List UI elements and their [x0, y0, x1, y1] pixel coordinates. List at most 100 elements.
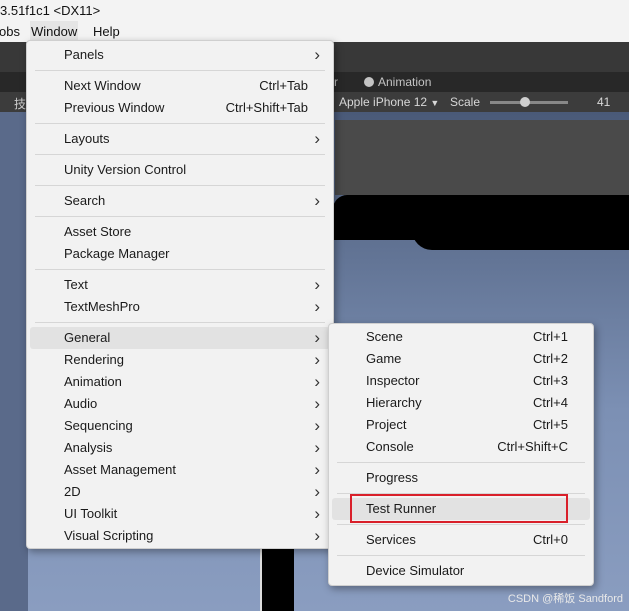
toolbar-left-char: 技 — [14, 97, 27, 111]
menubar-item-window[interactable]: Window — [30, 21, 79, 42]
chevron-right-icon: › — [314, 416, 320, 435]
menu-item-label: Audio — [64, 396, 98, 411]
menu-item-label: Search — [64, 193, 106, 208]
menu-item-label: Sequencing — [64, 418, 133, 433]
menu-item-shortcut: Ctrl+Shift+Tab — [225, 100, 308, 115]
device-label: Apple iPhone 12 — [339, 95, 428, 109]
menu-item-label: Inspector — [366, 373, 420, 388]
menu-item-label: Asset Management — [64, 462, 177, 477]
menu-item-shortcut: Ctrl+Tab — [259, 78, 308, 93]
menu-item-visual-scripting[interactable]: Visual Scripting › — [30, 525, 330, 547]
menu-item-label: Hierarchy — [366, 395, 422, 410]
menu-item-text[interactable]: Text › — [30, 274, 330, 296]
menu-separator — [35, 70, 325, 71]
menu-item-shortcut: Ctrl+3 — [532, 373, 568, 388]
menu-item-analysis[interactable]: Analysis › — [30, 437, 330, 459]
menu-item-unity-version-control[interactable]: Unity Version Control — [30, 159, 330, 181]
menu-item-asset-management[interactable]: Asset Management › — [30, 459, 330, 481]
menu-item-asset-store[interactable]: Asset Store — [30, 221, 330, 243]
phone-notch — [412, 212, 629, 250]
menu-item-audio[interactable]: Audio › — [30, 393, 330, 415]
menu-item-label: Previous Window — [64, 100, 165, 115]
menu-item-shortcut: Ctrl+2 — [532, 351, 568, 366]
menu-item-next-window[interactable]: Next Window Ctrl+Tab — [30, 75, 330, 97]
menu-item-package-manager[interactable]: Package Manager — [30, 243, 330, 265]
chevron-right-icon: › — [314, 482, 320, 501]
menu-separator — [35, 154, 325, 155]
menu-item-label: Device Simulator — [366, 563, 465, 578]
menu-item-rendering[interactable]: Rendering › — [30, 349, 330, 371]
menu-item-label: Rendering — [64, 352, 124, 367]
menu-item-label: Console — [366, 439, 414, 454]
scale-slider-thumb[interactable] — [520, 97, 531, 107]
menubar-item-jobs[interactable]: obs — [0, 21, 21, 42]
menu-item-shortcut: Ctrl+0 — [532, 532, 568, 547]
menu-separator — [35, 269, 325, 270]
clock-icon — [364, 77, 374, 87]
chevron-right-icon: › — [314, 394, 320, 413]
phone-frame-left — [260, 542, 294, 611]
scale-slider[interactable] — [490, 97, 568, 107]
menu-item-sequencing[interactable]: Sequencing › — [30, 415, 330, 437]
watermark: CSDN @稀饭 Sandford — [507, 593, 623, 605]
menu-separator — [337, 555, 585, 556]
menu-item-shortcut: Ctrl+Shift+C — [497, 439, 568, 454]
menu-item-ui-toolkit[interactable]: UI Toolkit › — [30, 503, 330, 525]
menu-item-general[interactable]: General › — [30, 327, 330, 349]
menu-item-textmeshpro[interactable]: TextMeshPro › — [30, 296, 330, 318]
menu-item-label: Asset Store — [64, 224, 132, 239]
menu-item-services[interactable]: Services Ctrl+0 — [332, 529, 590, 551]
chevron-right-icon: › — [314, 45, 320, 64]
chevron-right-icon: › — [314, 438, 320, 457]
scale-label: Scale — [450, 95, 481, 109]
menu-item-console[interactable]: Console Ctrl+Shift+C — [332, 436, 590, 458]
menu-item-progress[interactable]: Progress — [332, 467, 590, 489]
menu-item-device-simulator[interactable]: Device Simulator — [332, 560, 590, 582]
window-title-bar: 3.51f1c1 <DX11> — [0, 0, 629, 21]
menu-item-panels[interactable]: Panels › — [30, 44, 330, 66]
menu-item-label: 2D — [64, 484, 81, 499]
chevron-right-icon: › — [314, 526, 320, 545]
tab-partial[interactable]: r — [334, 72, 338, 92]
menu-item-2d[interactable]: 2D › — [30, 481, 330, 503]
menu-item-animation[interactable]: Animation › — [30, 371, 330, 393]
chevron-right-icon: › — [314, 297, 320, 316]
tab-animation-label: Animation — [378, 75, 432, 89]
caret-down-icon: ▼ — [430, 98, 440, 108]
menu-item-project[interactable]: Project Ctrl+5 — [332, 414, 590, 436]
menu-item-label: Services — [366, 532, 416, 547]
menu-item-label: Visual Scripting — [64, 528, 154, 543]
menu-item-search[interactable]: Search › — [30, 190, 330, 212]
menu-bar: obs Window Help — [0, 21, 629, 42]
menu-item-scene[interactable]: Scene Ctrl+1 — [332, 326, 590, 348]
menu-item-label: Package Manager — [64, 246, 170, 261]
chevron-right-icon: › — [314, 460, 320, 479]
menu-item-label: General — [64, 330, 111, 345]
menu-item-label: Panels — [64, 47, 104, 62]
menu-separator — [337, 462, 585, 463]
menu-item-shortcut: Ctrl+1 — [532, 329, 568, 344]
menu-item-game[interactable]: Game Ctrl+2 — [332, 348, 590, 370]
menu-item-previous-window[interactable]: Previous Window Ctrl+Shift+Tab — [30, 97, 330, 119]
menu-item-label: Project — [366, 417, 407, 432]
chevron-right-icon: › — [314, 328, 320, 347]
menu-separator — [337, 524, 585, 525]
menu-item-inspector[interactable]: Inspector Ctrl+3 — [332, 370, 590, 392]
chevron-right-icon: › — [314, 350, 320, 369]
menu-item-hierarchy[interactable]: Hierarchy Ctrl+4 — [332, 392, 590, 414]
menu-item-label: Scene — [366, 329, 403, 344]
general-submenu: Scene Ctrl+1 Game Ctrl+2 Inspector Ctrl+3 Hier… — [328, 323, 594, 586]
menu-item-label: Layouts — [64, 131, 110, 146]
menu-item-label: Text — [64, 277, 88, 292]
menu-separator — [35, 322, 325, 323]
chevron-right-icon: › — [314, 129, 320, 148]
scale-value: 41 — [597, 95, 611, 109]
menu-item-label: Unity Version Control — [64, 162, 187, 177]
device-dropdown[interactable]: Apple iPhone 12 ▼ — [339, 95, 439, 109]
menu-item-layouts[interactable]: Layouts › — [30, 128, 330, 150]
tab-animation[interactable]: Animation — [364, 72, 431, 92]
menubar-item-help[interactable]: Help — [92, 21, 121, 42]
menu-item-shortcut: Ctrl+5 — [532, 417, 568, 432]
chevron-right-icon: › — [314, 372, 320, 391]
chevron-right-icon: › — [314, 275, 320, 294]
